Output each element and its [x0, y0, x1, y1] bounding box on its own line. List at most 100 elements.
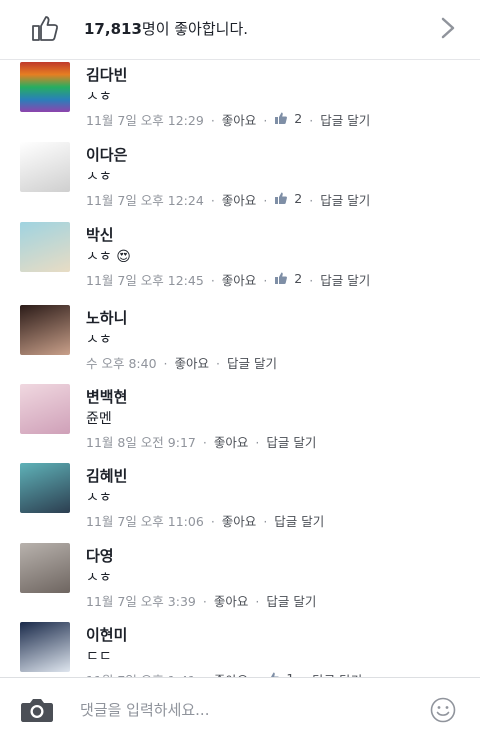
comment-item: 김다빈 ㅅㅎ 11월 7일 오후 12:29 · 좋아요 · 2 · 답글 달기 — [0, 62, 480, 142]
like-count-icon — [275, 272, 288, 284]
like-count-value: 2 — [294, 270, 303, 286]
like-button[interactable]: 좋아요 — [222, 514, 257, 529]
likes-header[interactable]: 17,813명이 좋아합니다. — [0, 0, 480, 60]
comment-text: ㅅㅎ — [86, 567, 112, 587]
reply-button[interactable]: 답글 달기 — [227, 356, 277, 371]
comment-item: 다영 ㅅㅎ 11월 7일 오후 3:39 · 좋아요 · 답글 달기 — [0, 543, 480, 623]
avatar[interactable] — [20, 222, 70, 272]
reply-button[interactable]: 답글 달기 — [266, 435, 316, 450]
comment-like-count[interactable]: 2 — [274, 111, 302, 126]
emoji-icon[interactable] — [430, 697, 456, 723]
comment-timestamp[interactable]: 11월 7일 오후 12:29 — [86, 113, 204, 128]
commenter-name[interactable]: 다영 — [86, 545, 114, 566]
like-suffix: 명이 좋아합니다. — [141, 20, 249, 38]
comment-meta: 11월 8일 오전 9:17 · 좋아요 · 답글 달기 — [86, 432, 316, 451]
separator-dot: · — [255, 594, 260, 609]
commenter-name[interactable]: 김혜빈 — [86, 465, 127, 486]
comment-text: ㅅㅎ — [86, 487, 112, 507]
comment-item: 김혜빈 ㅅㅎ 11월 7일 오후 11:06 · 좋아요 · 답글 달기 — [0, 463, 480, 543]
camera-icon[interactable] — [20, 696, 54, 724]
separator-dot: · — [210, 193, 215, 208]
comment-like-count[interactable]: 2 — [274, 271, 302, 286]
comment-body: 쥰멘 — [86, 411, 112, 427]
comment-item: 노하니 ㅅㅎ 수 오후 8:40 · 좋아요 · 답글 달기 — [0, 305, 480, 385]
comment-like-count[interactable]: 2 — [274, 191, 302, 206]
reply-button[interactable]: 답글 달기 — [320, 113, 370, 128]
comment-body: ㅅㅎ — [86, 89, 112, 105]
comment-timestamp[interactable]: 11월 7일 오후 12:24 — [86, 193, 204, 208]
comment-body: ㅅㅎ — [86, 249, 112, 265]
like-button[interactable]: 좋아요 — [222, 273, 257, 288]
like-button[interactable]: 좋아요 — [214, 594, 249, 609]
likes-summary: 17,813명이 좋아합니다. — [84, 18, 248, 39]
reply-button[interactable]: 답글 달기 — [274, 514, 324, 529]
like-count: 17,813 — [84, 20, 142, 38]
separator-dot: · — [210, 514, 215, 529]
avatar[interactable] — [20, 463, 70, 513]
comment-meta: 11월 7일 오후 12:29 · 좋아요 · 2 · 답글 달기 — [86, 110, 370, 129]
like-count-value: 2 — [294, 190, 303, 206]
avatar[interactable] — [20, 622, 70, 672]
comment-text: 쥰멘 — [86, 408, 112, 428]
like-count-icon — [275, 112, 288, 124]
comment-meta: 수 오후 8:40 · 좋아요 · 답글 달기 — [86, 353, 277, 372]
separator-dot: · — [210, 113, 215, 128]
like-button[interactable]: 좋아요 — [222, 193, 257, 208]
comment-timestamp[interactable]: 수 오후 8:40 — [86, 356, 157, 371]
comment-item: 변백현쥰멘 11월 8일 오전 9:17 · 좋아요 · 답글 달기 — [0, 384, 480, 464]
commenter-name[interactable]: 박신 — [86, 224, 114, 245]
separator-dot: · — [263, 193, 268, 208]
comment-body: ㅅㅎ — [86, 490, 112, 506]
separator-dot: · — [309, 193, 314, 208]
like-count-icon — [275, 192, 288, 204]
comment-meta: 11월 7일 오후 11:06 · 좋아요 · 답글 달기 — [86, 511, 324, 530]
reply-button[interactable]: 답글 달기 — [266, 594, 316, 609]
comment-input[interactable] — [80, 698, 410, 722]
comment-timestamp[interactable]: 11월 7일 오후 11:06 — [86, 514, 204, 529]
comment-body: ㅅㅎ — [86, 169, 112, 185]
commenter-name[interactable]: 이현미 — [86, 624, 127, 645]
reply-button[interactable]: 답글 달기 — [320, 273, 370, 288]
avatar[interactable] — [20, 305, 70, 355]
like-button[interactable]: 좋아요 — [214, 435, 249, 450]
comment-timestamp[interactable]: 11월 8일 오전 9:17 — [86, 435, 196, 450]
comment-meta: 11월 7일 오후 12:24 · 좋아요 · 2 · 답글 달기 — [86, 190, 370, 209]
like-count-value: 2 — [294, 110, 303, 126]
separator-dot: · — [210, 273, 215, 288]
thumbs-up-icon — [32, 16, 59, 41]
avatar[interactable] — [20, 62, 70, 112]
comment-text: ㅅㅎ — [86, 166, 112, 186]
like-button[interactable]: 좋아요 — [222, 113, 257, 128]
commenter-name[interactable]: 이다은 — [86, 144, 127, 165]
avatar[interactable] — [20, 543, 70, 593]
comment-timestamp[interactable]: 11월 7일 오후 12:45 — [86, 273, 204, 288]
reply-button[interactable]: 답글 달기 — [320, 193, 370, 208]
separator-dot: · — [309, 273, 314, 288]
comment-item: 이현미 ㄷㄷ 11월 7일 오후 1:41·좋아요·1·답글 달기 — [0, 622, 480, 677]
commenter-name[interactable]: 김다빈 — [86, 64, 127, 85]
separator-dot: · — [263, 113, 268, 128]
separator-dot: · — [202, 435, 207, 450]
avatar[interactable] — [20, 384, 70, 434]
comment-item: 박신 ㅅㅎ 😍 11월 7일 오후 12:45 · 좋아요 · 2 · 답글 달기 — [0, 222, 480, 302]
chevron-right-icon[interactable] — [440, 17, 456, 39]
separator-dot: · — [255, 435, 260, 450]
comment-text: ㅅㅎ — [86, 329, 112, 349]
comment-timestamp[interactable]: 11월 7일 오후 3:39 — [86, 594, 196, 609]
comment-meta: 11월 7일 오후 1:41·좋아요·1·답글 달기 — [86, 670, 362, 677]
like-button[interactable]: 좋아요 — [175, 356, 210, 371]
separator-dot: · — [163, 356, 168, 371]
separator-dot: · — [309, 113, 314, 128]
commenter-name[interactable]: 변백현 — [86, 386, 127, 407]
commenter-name[interactable]: 노하니 — [86, 307, 127, 328]
comment-meta: 11월 7일 오후 3:39 · 좋아요 · 답글 달기 — [86, 591, 316, 610]
comment-body: ㅅㅎ — [86, 332, 112, 348]
comment-text: ㄷㄷ — [86, 646, 112, 666]
emoji: 😍 — [116, 249, 131, 265]
comment-list: 김다빈 ㅅㅎ 11월 7일 오후 12:29 · 좋아요 · 2 · 답글 달기 이다은 ㅅㅎ 11월… — [0, 60, 480, 677]
separator-dot: · — [216, 356, 221, 371]
separator-dot: · — [202, 594, 207, 609]
avatar[interactable] — [20, 142, 70, 192]
comment-body: ㄷㄷ — [86, 649, 112, 665]
separator-dot: · — [263, 273, 268, 288]
